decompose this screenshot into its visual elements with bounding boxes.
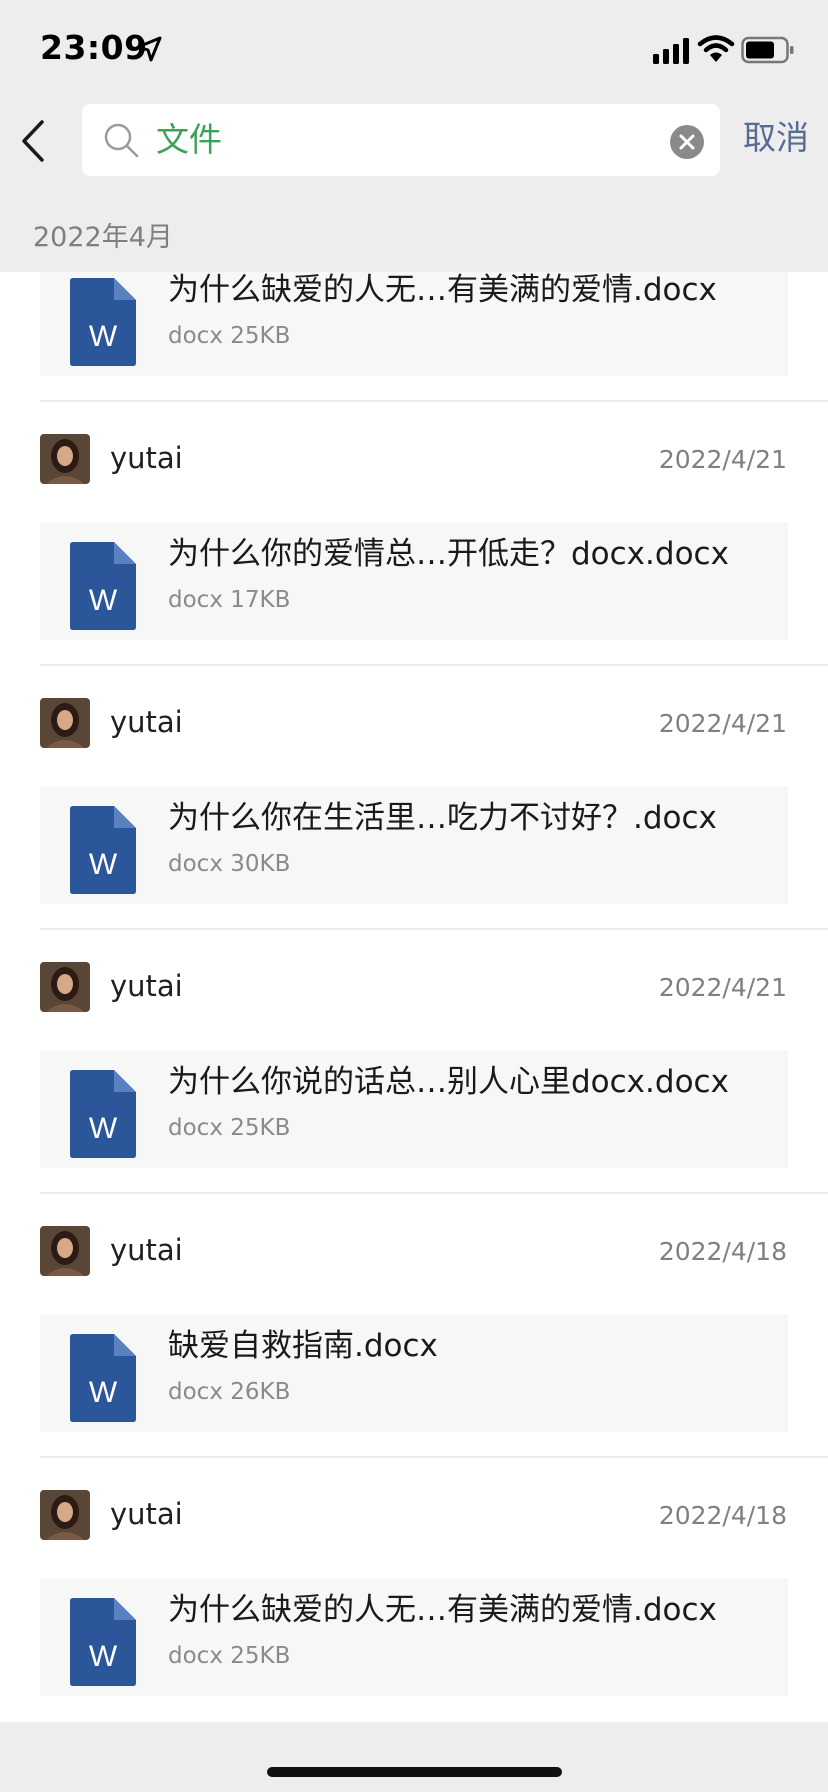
sender-name: yutai xyxy=(110,1497,183,1531)
sender-row: yutai 2022/4/18 xyxy=(0,1194,828,1300)
word-document-icon: W xyxy=(70,542,136,630)
word-document-icon: W xyxy=(70,806,136,894)
sender-name: yutai xyxy=(110,441,183,475)
back-chevron-icon[interactable] xyxy=(16,118,50,164)
file-list[interactable]: W 为什么缺爱的人无…有美满的爱情.docx docx 25KB yutai 2… xyxy=(0,272,828,1722)
svg-text:W: W xyxy=(89,320,118,353)
file-date: 2022/4/21 xyxy=(658,445,787,474)
top-header-area: 23:09 文件 取消 2022年4月 xyxy=(0,0,828,272)
file-card[interactable]: W 为什么缺爱的人无…有美满的爱情.docx docx 25KB xyxy=(40,1578,788,1696)
search-input[interactable]: 文件 xyxy=(156,120,222,160)
file-name: 缺爱自救指南.docx xyxy=(168,1328,438,1364)
svg-text:W: W xyxy=(89,1112,118,1145)
svg-text:W: W xyxy=(89,848,118,881)
wifi-icon xyxy=(697,35,735,62)
list-item: yutai 2022/4/21 W 为什么你在生活里…吃力不讨好？.docx d… xyxy=(0,666,828,930)
file-card[interactable]: W 缺爱自救指南.docx docx 26KB xyxy=(40,1314,788,1432)
avatar[interactable] xyxy=(40,1226,90,1276)
file-meta: docx 26KB xyxy=(168,1379,291,1405)
file-card[interactable]: W 为什么你在生活里…吃力不讨好？.docx docx 30KB xyxy=(40,786,788,904)
home-indicator[interactable] xyxy=(267,1767,562,1777)
file-meta: docx 25KB xyxy=(168,323,291,349)
clear-search-icon[interactable] xyxy=(670,125,704,159)
word-document-icon: W xyxy=(70,1598,136,1686)
file-name: 为什么缺爱的人无…有美满的爱情.docx xyxy=(168,272,717,308)
avatar[interactable] xyxy=(40,698,90,748)
svg-text:W: W xyxy=(89,1640,118,1673)
file-date: 2022/4/18 xyxy=(658,1501,787,1530)
battery-icon xyxy=(741,36,794,64)
file-name: 为什么缺爱的人无…有美满的爱情.docx xyxy=(168,1592,717,1628)
file-meta: docx 30KB xyxy=(168,851,291,877)
file-date: 2022/4/21 xyxy=(658,709,787,738)
status-time: 23:09 xyxy=(40,28,148,67)
list-item: yutai 2022/4/21 W 为什么你的爱情总…开低走？docx.docx… xyxy=(0,402,828,666)
word-document-icon: W xyxy=(70,1070,136,1158)
file-card[interactable]: W 为什么缺爱的人无…有美满的爱情.docx docx 25KB xyxy=(40,272,788,376)
sender-row: yutai 2022/4/21 xyxy=(0,666,828,772)
search-box[interactable]: 文件 xyxy=(82,104,720,176)
file-meta: docx 25KB xyxy=(168,1115,291,1141)
sender-name: yutai xyxy=(110,705,183,739)
file-name: 为什么你的爱情总…开低走？docx.docx xyxy=(168,536,729,572)
file-card[interactable]: W 为什么你的爱情总…开低走？docx.docx docx 17KB xyxy=(40,522,788,640)
location-arrow-icon xyxy=(136,36,162,62)
svg-text:W: W xyxy=(89,584,118,617)
avatar[interactable] xyxy=(40,962,90,1012)
word-document-icon: W xyxy=(70,1334,136,1422)
sender-name: yutai xyxy=(110,1233,183,1267)
list-item: yutai 2022/4/18 W 为什么缺爱的人无…有美满的爱情.docx d… xyxy=(0,1458,828,1722)
month-section-header: 2022年4月 xyxy=(33,222,173,253)
file-meta: docx 25KB xyxy=(168,1643,291,1669)
bottom-bar xyxy=(0,1722,828,1792)
list-item: yutai 2022/4/18 W 缺爱自救指南.docx docx 26KB xyxy=(0,1194,828,1458)
status-bar: 23:09 xyxy=(0,0,828,100)
sender-row: yutai 2022/4/18 xyxy=(0,1458,828,1564)
sender-row: yutai 2022/4/21 xyxy=(0,930,828,1036)
file-date: 2022/4/18 xyxy=(658,1237,787,1266)
list-item: W 为什么缺爱的人无…有美满的爱情.docx docx 25KB xyxy=(0,272,828,402)
file-name: 为什么你在生活里…吃力不讨好？.docx xyxy=(168,800,717,836)
avatar[interactable] xyxy=(40,434,90,484)
avatar[interactable] xyxy=(40,1490,90,1540)
sender-name: yutai xyxy=(110,969,183,1003)
sender-row: yutai 2022/4/21 xyxy=(0,402,828,508)
file-meta: docx 17KB xyxy=(168,587,291,613)
file-name: 为什么你说的话总…别人心里docx.docx xyxy=(168,1064,729,1100)
file-date: 2022/4/21 xyxy=(658,973,787,1002)
cellular-signal-icon xyxy=(653,38,689,64)
list-item: yutai 2022/4/21 W 为什么你说的话总…别人心里docx.docx… xyxy=(0,930,828,1194)
svg-text:W: W xyxy=(89,1376,118,1409)
file-card[interactable]: W 为什么你说的话总…别人心里docx.docx docx 25KB xyxy=(40,1050,788,1168)
word-document-icon: W xyxy=(70,278,136,366)
search-icon xyxy=(104,123,139,158)
cancel-button[interactable]: 取消 xyxy=(743,116,809,160)
